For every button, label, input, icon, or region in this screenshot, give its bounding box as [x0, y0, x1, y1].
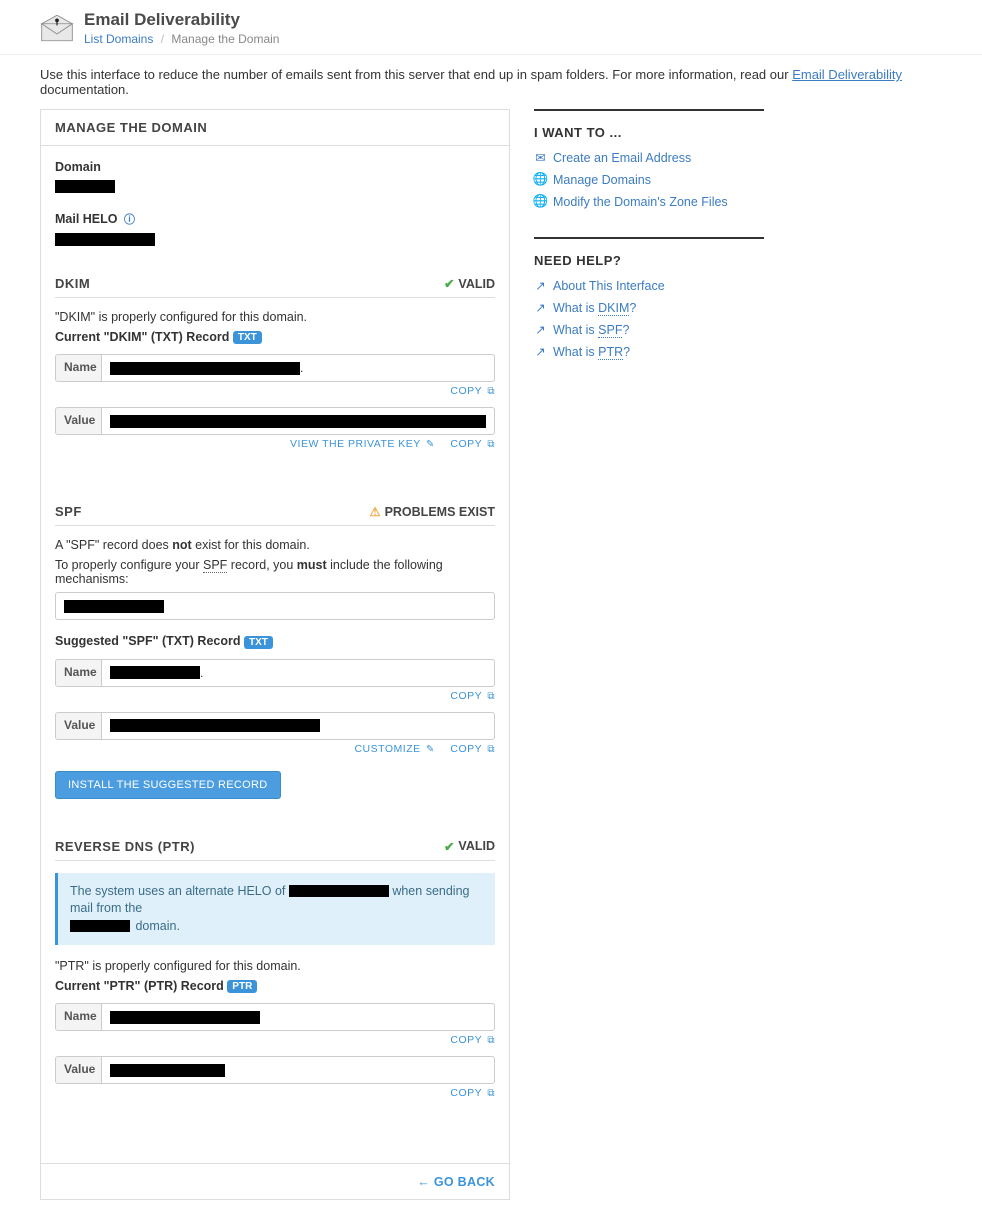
sidebar-item-modify-zone[interactable]: 🌐 Modify the Domain's Zone Files — [534, 194, 764, 209]
help-what-is-spf[interactable]: ↗ What is SPF? — [534, 322, 764, 337]
spf-mech-desc: To properly configure your SPF record, y… — [55, 558, 495, 586]
view-private-key-link[interactable]: VIEW THE PRIVATE KEY ✎ — [290, 438, 435, 450]
sidebar: I WANT TO ... ✉ Create an Email Address … — [534, 109, 764, 387]
help-icon[interactable]: ⓘ — [124, 214, 135, 226]
dkim-status: ✔ VALID — [444, 276, 495, 291]
copy-icon: ⧉ — [487, 1088, 495, 1099]
txt-badge: TXT — [244, 636, 273, 649]
spf-suggested-label: Suggested "SPF" (TXT) Record TXT — [55, 634, 495, 648]
spf-copy-name-link[interactable]: COPY ⧉ — [450, 690, 495, 702]
external-link-icon: ↗ — [534, 278, 547, 293]
page-title: Email Deliverability — [84, 10, 279, 30]
dkim-name-value[interactable]: . — [102, 355, 494, 381]
ptr-value-row: Value — [55, 1056, 495, 1084]
page-header: Email Deliverability List Domains / Mana… — [0, 0, 982, 55]
manage-domain-panel: MANAGE THE DOMAIN Domain Mail HELO ⓘ DKI… — [40, 109, 510, 1200]
ptr-value-label: Value — [56, 1057, 102, 1083]
help-what-is-ptr[interactable]: ↗ What is PTR? — [534, 344, 764, 359]
dkim-value-label: Value — [56, 408, 102, 434]
domain-label: Domain — [55, 160, 495, 174]
ptr-copy-value-link[interactable]: COPY ⧉ — [450, 1087, 495, 1099]
mail-helo-label: Mail HELO ⓘ — [55, 211, 495, 227]
dkim-desc: "DKIM" is properly configured for this d… — [55, 310, 495, 324]
copy-icon: ⧉ — [487, 439, 495, 450]
txt-badge: TXT — [233, 331, 262, 344]
external-link-icon: ↗ — [534, 344, 547, 359]
pencil-icon: ✎ — [426, 744, 435, 755]
customize-link[interactable]: CUSTOMIZE ✎ — [354, 743, 434, 755]
ptr-desc: "PTR" is properly configured for this do… — [55, 959, 495, 973]
spf-name-value[interactable]: . — [102, 660, 494, 686]
install-suggested-record-button[interactable]: INSTALL THE SUGGESTED RECORD — [55, 771, 281, 799]
doc-link[interactable]: Email Deliverability — [792, 67, 902, 82]
spf-status: ⚠ PROBLEMS EXIST — [369, 504, 495, 519]
ptr-name-label: Name — [56, 1004, 102, 1030]
breadcrumb-separator: / — [161, 32, 164, 46]
panel-title: MANAGE THE DOMAIN — [41, 110, 509, 146]
ptr-copy-name-link[interactable]: COPY ⧉ — [450, 1034, 495, 1046]
ptr-value-value[interactable] — [102, 1057, 494, 1083]
spf-title: SPF — [55, 504, 82, 519]
help-about-interface[interactable]: ↗ About This Interface — [534, 278, 764, 293]
help-what-is-dkim[interactable]: ↗ What is DKIM? — [534, 300, 764, 315]
ptr-name-value[interactable] — [102, 1004, 494, 1030]
mail-helo-value — [55, 233, 155, 246]
spf-value-value[interactable] — [102, 713, 494, 739]
pencil-icon: ✎ — [426, 439, 435, 450]
ptr-title: REVERSE DNS (PTR) — [55, 839, 195, 854]
panel-footer: ← GO BACK — [41, 1163, 509, 1199]
spf-value-label: Value — [56, 713, 102, 739]
dkim-value-value[interactable] — [102, 408, 494, 434]
dkim-name-row: Name . — [55, 354, 495, 382]
ptr-section-header: REVERSE DNS (PTR) ✔ VALID — [55, 833, 495, 861]
dkim-copy-name-link[interactable]: COPY ⧉ — [450, 385, 495, 397]
spf-name-label: Name — [56, 660, 102, 686]
dkim-section-header: DKIM ✔ VALID — [55, 270, 495, 298]
external-link-icon: ↗ — [534, 322, 547, 337]
copy-icon: ⧉ — [487, 1035, 495, 1046]
arrow-left-icon: ← — [417, 1175, 430, 1189]
sidebar-item-create-email[interactable]: ✉ Create an Email Address — [534, 150, 764, 165]
ptr-name-row: Name — [55, 1003, 495, 1031]
breadcrumb-current: Manage the Domain — [171, 32, 279, 46]
spf-mechanisms-input[interactable] — [55, 592, 495, 620]
dkim-name-label: Name — [56, 355, 102, 381]
domain-value — [55, 180, 115, 193]
email-deliverability-icon — [40, 13, 74, 43]
ptr-info-box: The system uses an alternate HELO of whe… — [55, 873, 495, 946]
envelope-icon: ✉ — [534, 150, 547, 165]
i-want-to-heading: I WANT TO ... — [534, 109, 764, 140]
copy-icon: ⧉ — [487, 386, 495, 397]
intro-text: Use this interface to reduce the number … — [0, 55, 982, 109]
globe-icon: 🌐 — [534, 172, 547, 187]
spf-value-row: Value — [55, 712, 495, 740]
sidebar-item-manage-domains[interactable]: 🌐 Manage Domains — [534, 172, 764, 187]
spf-section-header: SPF ⚠ PROBLEMS EXIST — [55, 498, 495, 526]
spf-desc: A "SPF" record does not exist for this d… — [55, 538, 495, 552]
external-link-icon: ↗ — [534, 300, 547, 315]
ptr-badge: PTR — [227, 980, 257, 993]
go-back-link[interactable]: ← GO BACK — [417, 1175, 495, 1189]
breadcrumb-list-domains[interactable]: List Domains — [84, 32, 153, 46]
need-help-heading: NEED HELP? — [534, 237, 764, 268]
breadcrumb: List Domains / Manage the Domain — [84, 32, 279, 46]
spf-name-row: Name . — [55, 659, 495, 687]
dkim-value-row: Value — [55, 407, 495, 435]
globe-icon: 🌐 — [534, 194, 547, 209]
dkim-copy-value-link[interactable]: COPY ⧉ — [450, 438, 495, 450]
warning-icon: ⚠ — [369, 504, 380, 519]
copy-icon: ⧉ — [487, 691, 495, 702]
copy-icon: ⧉ — [487, 744, 495, 755]
dkim-record-label: Current "DKIM" (TXT) Record TXT — [55, 330, 495, 344]
spf-copy-value-link[interactable]: COPY ⧉ — [450, 743, 495, 755]
ptr-record-label: Current "PTR" (PTR) Record PTR — [55, 979, 495, 993]
check-icon: ✔ — [444, 276, 454, 291]
ptr-status: ✔ VALID — [444, 839, 495, 854]
dkim-title: DKIM — [55, 276, 90, 291]
check-icon: ✔ — [444, 839, 454, 854]
